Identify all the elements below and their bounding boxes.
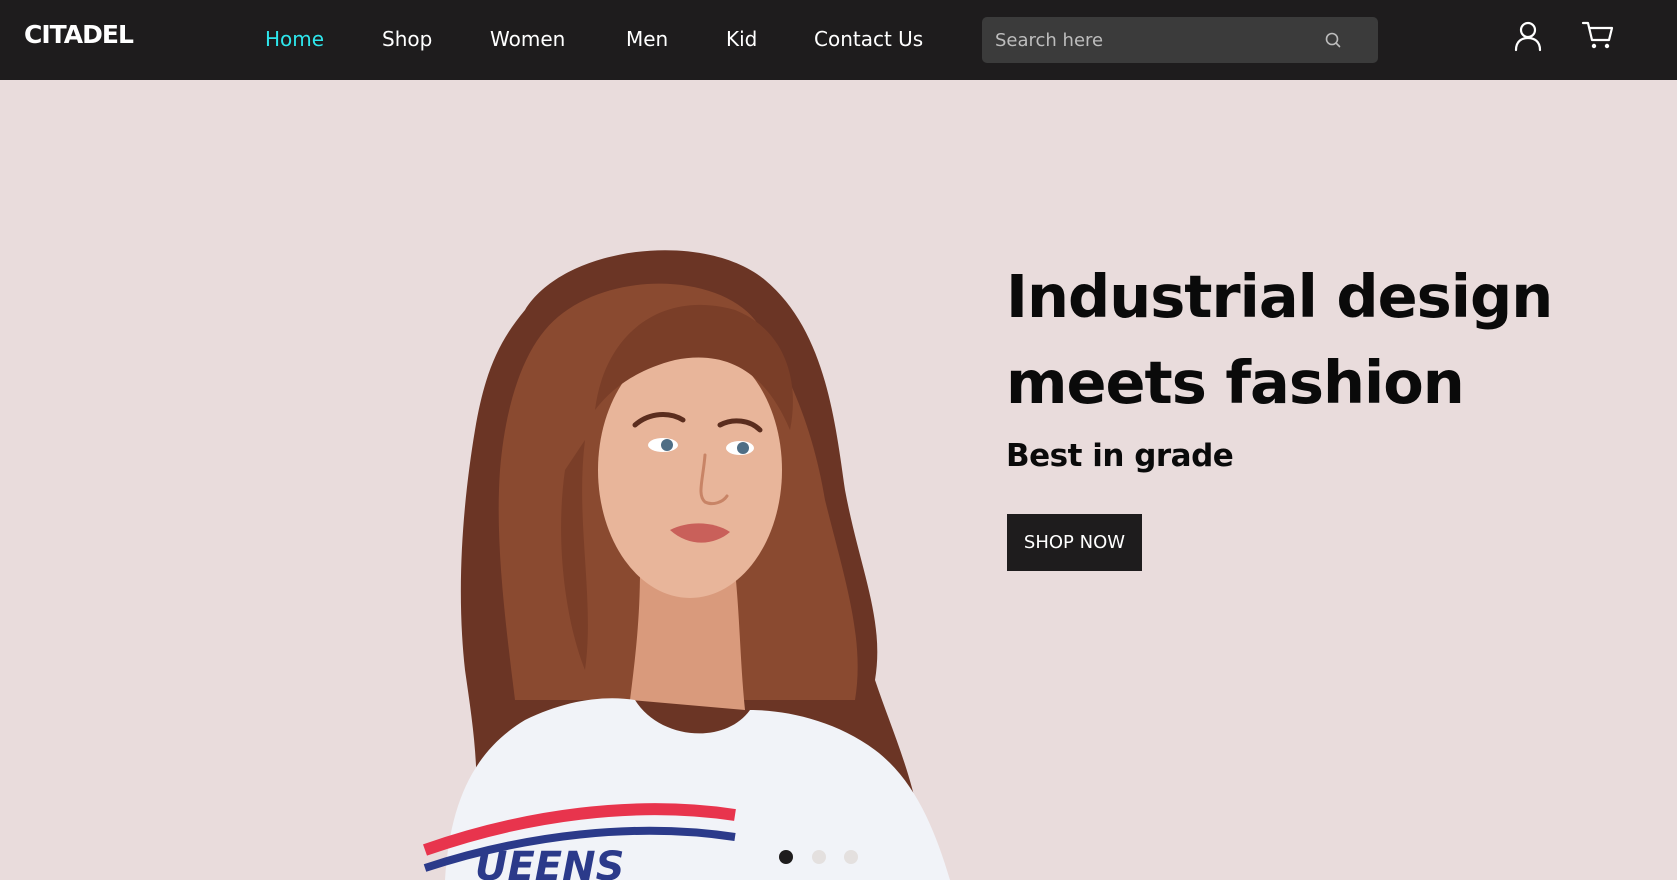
nav-contact-us[interactable]: Contact Us [814,27,923,51]
search-input[interactable] [982,17,1322,63]
carousel-dot-2[interactable] [812,850,826,864]
hero-section: UEENS Industrial design meets fashion Be… [0,80,1677,880]
navbar: CITADEL Home Shop Women Men Kid Contact … [0,0,1677,80]
carousel-dot-1[interactable] [779,850,793,864]
hero-model-image: UEENS [423,250,950,880]
cart-icon[interactable] [1581,19,1615,51]
shop-now-button[interactable]: SHOP NOW [1007,514,1142,571]
hero-title-line-2: meets fashion [1006,348,1465,417]
user-icon[interactable] [1513,20,1543,52]
carousel-dot-3[interactable] [844,850,858,864]
hero-title-line-1: Industrial design [1006,262,1553,331]
search-box [982,17,1378,63]
nav-men[interactable]: Men [626,27,668,51]
nav-shop[interactable]: Shop [382,27,432,51]
nav-women[interactable]: Women [490,27,565,51]
nav-home[interactable]: Home [265,27,324,51]
search-icon[interactable] [1323,30,1343,50]
hero-title: Industrial design meets fashion [1006,254,1646,426]
hero-subtitle: Best in grade [1006,438,1234,474]
svg-text:UEENS: UEENS [475,844,624,880]
logo[interactable]: CITADEL [24,20,134,49]
nav-kid[interactable]: Kid [726,27,757,51]
